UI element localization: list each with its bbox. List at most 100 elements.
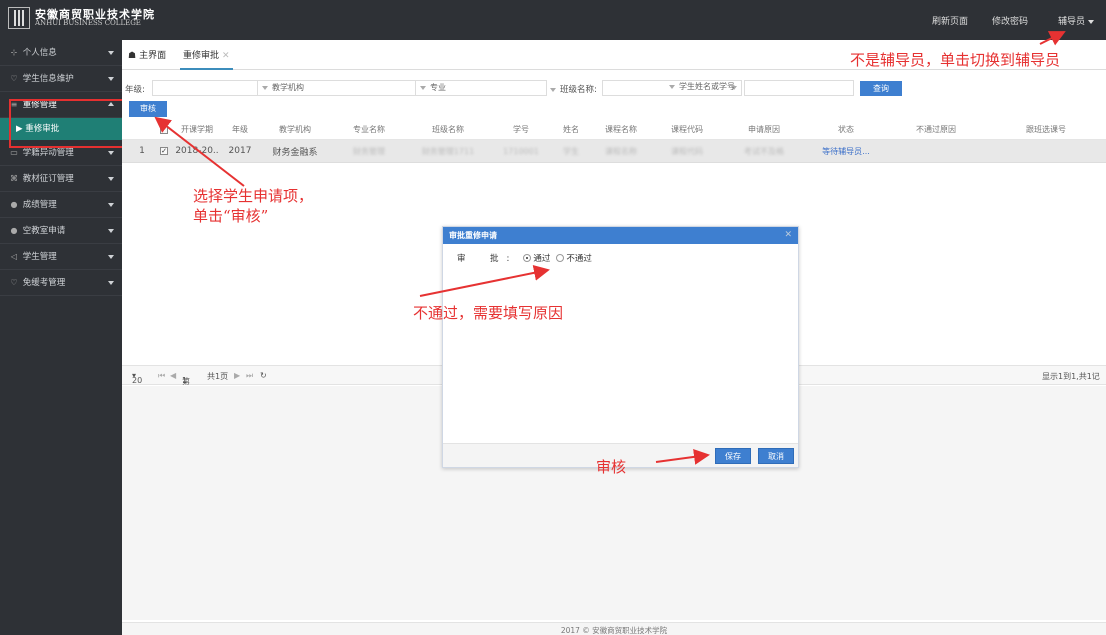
prev-page-icon[interactable]: ◀ (170, 371, 176, 380)
student-search-label: 学生姓名或学号 (665, 80, 745, 96)
chevron-down-icon (108, 281, 114, 285)
review-button[interactable]: 审核 (129, 101, 167, 117)
cell-student-no: 1710001 (503, 146, 539, 156)
query-button[interactable]: 查询 (860, 81, 902, 96)
sidebar-item-label: 学籍异动管理 (22, 148, 74, 158)
column-header: 姓名 (563, 125, 579, 134)
save-button[interactable]: 保存 (715, 448, 751, 464)
approval-label: 审 批: (457, 254, 518, 264)
tab-home[interactable]: ☗ 主界面 (128, 48, 166, 61)
table-row[interactable]: 1 ✓ 2018-20.. 2017 财务金融系 财务管理 财务管理1711 1… (122, 140, 1106, 163)
sidebar-item-grades[interactable]: ● 成绩管理 (0, 192, 122, 218)
sidebar-item-label: 空教室申请 (22, 226, 66, 236)
sidebar-item-exam-exemption[interactable]: ♡ 免缓考管理 (0, 270, 122, 296)
page-number-input[interactable]: 1 (182, 376, 187, 385)
role-switch-dropdown[interactable]: 辅导员 (1058, 14, 1095, 27)
last-page-icon[interactable]: ⏭ (246, 371, 253, 381)
column-header: 状态 (838, 125, 854, 134)
cell-course-code: 课程代码 (671, 146, 703, 156)
cell-grade: 2017 (228, 146, 252, 156)
annotation-fail-reason: 不通过，需要填写原因 (413, 304, 564, 322)
column-header: 开课学期 (181, 125, 213, 134)
highlight-box (9, 99, 126, 148)
sidebar-item-label: 免缓考管理 (22, 278, 66, 288)
page-size-value: 20 (132, 376, 143, 385)
sidebar-item-personal-info[interactable]: ⊹ 个人信息 (0, 40, 122, 66)
page-footer: 2017 © 安徽商贸职业技术学院 (122, 622, 1106, 635)
chevron-down-icon (669, 84, 675, 89)
records-summary: 显示1到1,共1记 (1042, 372, 1100, 381)
chevron-down-icon (420, 85, 426, 90)
total-pages: 共1页 (207, 372, 229, 381)
select-all-checkbox[interactable]: ✓ (156, 120, 172, 139)
fail-radio[interactable] (556, 254, 565, 262)
dialog-title-bar: 审批重修申请 ✕ (443, 227, 798, 244)
refresh-page-link[interactable]: 刷新页面 (932, 14, 968, 27)
pass-radio[interactable] (523, 254, 532, 262)
chevron-down-icon (108, 77, 114, 81)
student-search-input[interactable] (744, 80, 854, 96)
cancel-button[interactable]: 取消 (758, 448, 794, 464)
row-checkbox[interactable]: ✓ (156, 140, 172, 162)
student-placeholder: 学生姓名或学号 (679, 82, 735, 91)
chevron-down-icon (108, 151, 114, 155)
org-placeholder: 教学机构 (272, 83, 304, 92)
next-page-icon[interactable]: ▶ (234, 371, 240, 380)
cell-course: 课程名称 (605, 146, 637, 156)
annotation-select-line1: 选择学生申请项， (193, 187, 314, 205)
close-icon[interactable]: ✕ (784, 227, 792, 244)
sidebar-item-label: 学生管理 (22, 252, 57, 262)
tab-retake-approval[interactable]: 重修审批 ✕ (180, 48, 233, 70)
cell-reason: 考试不及格 (744, 146, 784, 156)
approve-retake-dialog: 审批重修申请 ✕ 审 批: 通过 不通过 保存 取消 (442, 226, 799, 468)
chevron-down-icon (108, 177, 114, 181)
sidebar-item-student-management[interactable]: ◁ 学生管理 (0, 244, 122, 270)
college-logo: 安徽商贸职业技术学院 ANHUI BUSINESS COLLEGE (8, 7, 155, 29)
cell-class: 财务管理1711 (421, 146, 475, 156)
sidebar-item-empty-classroom[interactable]: ● 空教室申请 (0, 218, 122, 244)
sidebar-item-label: 个人信息 (22, 48, 57, 58)
dot-icon: ● (10, 226, 18, 235)
sidebar-item-textbook-order[interactable]: ⌘ 教材征订管理 (0, 166, 122, 192)
annotation-review: 审核 (596, 458, 627, 476)
change-password-link[interactable]: 修改密码 (992, 14, 1028, 27)
chevron-down-icon (108, 51, 114, 55)
column-header: 跟班选课号 (1026, 125, 1066, 134)
chevron-down-icon (262, 85, 268, 90)
annotation-select-line2: 单击“审核” (193, 207, 269, 225)
column-header: 不通过原因 (916, 125, 956, 134)
sidebar-item-label: 学生信息维护 (22, 74, 74, 84)
logo-english-name: ANHUI BUSINESS COLLEGE (35, 19, 141, 28)
refresh-icon[interactable]: ↻ (260, 371, 267, 380)
cell-term: 2018-20.. (175, 146, 219, 156)
major-select[interactable]: 专业 (415, 80, 547, 96)
fail-radio-label[interactable]: 不通过 (566, 252, 592, 264)
page-size-select[interactable]: 20 ▾ (132, 371, 142, 385)
table-header: ✓ 开课学期 年级 教学机构 专业名称 班级名称 学号 姓名 课程名称 课程代码… (122, 120, 1106, 140)
tab-label: 重修审批 (183, 51, 220, 61)
close-icon[interactable]: ✕ (222, 51, 230, 61)
approval-options: 审 批: 通过 不通过 (457, 252, 592, 264)
chevron-down-icon (1088, 19, 1095, 24)
dot-icon: ● (10, 200, 18, 209)
pass-radio-label[interactable]: 通过 (533, 252, 550, 264)
cell-name: 学生 (563, 146, 579, 156)
org-select[interactable]: 教学机构 (257, 80, 417, 96)
column-header: 学号 (513, 125, 529, 134)
student-icon: ♡ (10, 74, 18, 83)
book-icon: ⌘ (10, 174, 18, 183)
logo-mark-icon (8, 7, 30, 29)
grade-label: 年级: (125, 85, 145, 95)
cell-status[interactable]: 等待辅导员... (806, 140, 886, 162)
sidebar-item-student-info[interactable]: ♡ 学生信息维护 (0, 66, 122, 92)
chevron-down-icon (108, 203, 114, 207)
tab-label: 主界面 (139, 51, 167, 61)
chevron-down-icon (108, 255, 114, 259)
class-label-text: 班级名称: (560, 85, 597, 95)
column-header: 申请原因 (748, 125, 780, 134)
row-index: 1 (139, 146, 145, 156)
dialog-title: 审批重修申请 (449, 231, 497, 240)
first-page-icon[interactable]: ⏮ (158, 371, 165, 381)
person-icon: ⊹ (10, 48, 18, 57)
column-header: 年级 (232, 125, 248, 134)
